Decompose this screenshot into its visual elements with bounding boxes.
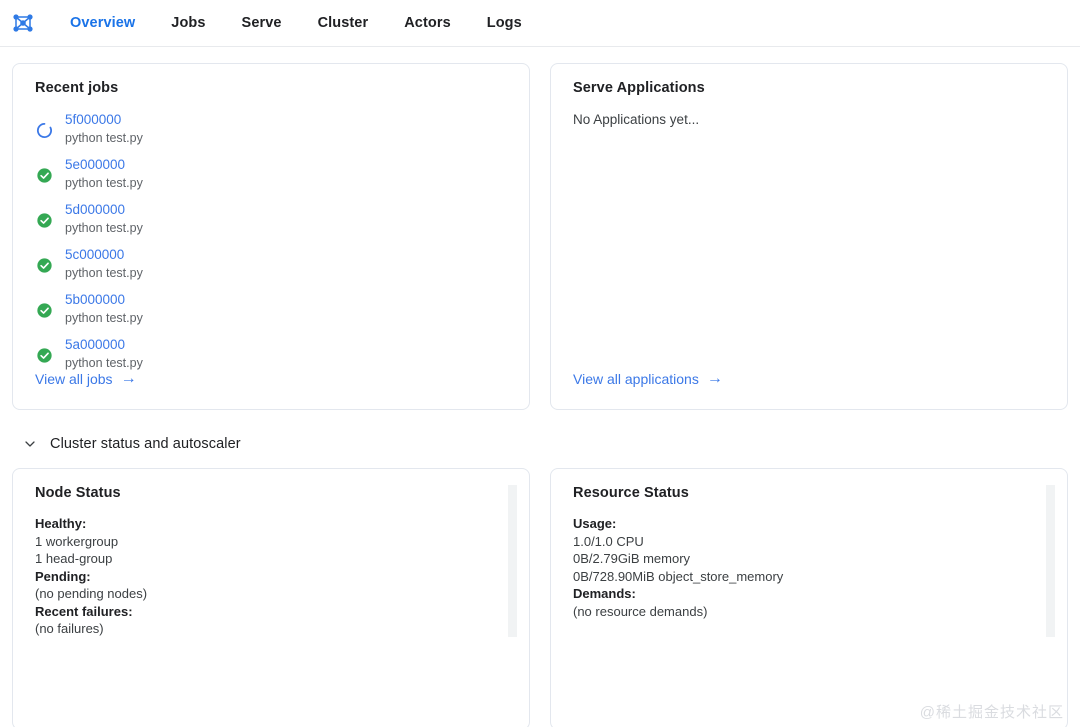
resource-status-value: 1.0/1.0 CPU: [573, 533, 644, 549]
job-text: 5f000000 python test.py: [65, 110, 143, 147]
cluster-status-section-header[interactable]: Cluster status and autoscaler: [0, 432, 1080, 456]
arrow-right-icon: →: [120, 370, 137, 387]
job-command: python test.py: [65, 176, 143, 190]
job-command: python test.py: [65, 131, 143, 145]
nav-tab-logs[interactable]: Logs: [469, 0, 540, 46]
job-command: python test.py: [65, 221, 143, 235]
job-text: 5d000000 python test.py: [65, 200, 143, 237]
check-circle-icon: [35, 256, 53, 274]
job-text: 5c000000 python test.py: [65, 245, 143, 282]
resource-status-body: Usage: 1.0/1.0 CPU 0B/2.79GiB memory 0B/…: [573, 515, 1045, 620]
resource-status-title: Resource Status: [573, 485, 689, 501]
view-all-jobs-link[interactable]: View all jobs →: [35, 370, 137, 388]
node-status-group-label: Pending:: [35, 568, 91, 584]
chevron-down-icon[interactable]: [20, 434, 40, 454]
nav-tab-list: Overview Jobs Serve Cluster Actors Logs: [52, 0, 540, 46]
node-status-scrollbar[interactable]: [508, 485, 517, 637]
job-id-link[interactable]: 5a000000: [65, 335, 143, 354]
node-status-group-label: Healthy:: [35, 516, 87, 531]
resource-status-card: Resource Status Usage: 1.0/1.0 CPU 0B/2.…: [550, 468, 1068, 727]
node-status-value: (no pending nodes): [35, 586, 148, 601]
job-list-item[interactable]: 5a000000 python test.py: [35, 335, 507, 372]
overview-content: Recent jobs 5f000000 python test.py 5e00…: [0, 63, 1080, 727]
job-id-link[interactable]: 5f000000: [65, 110, 143, 129]
check-circle-icon: [35, 346, 53, 364]
view-all-jobs-label: View all jobs: [35, 371, 113, 387]
job-list-item[interactable]: 5b000000 python test.py: [35, 290, 507, 327]
node-status-card: Node Status Healthy: 1 workergroup 1 hea…: [12, 468, 530, 727]
check-circle-icon: [35, 166, 53, 184]
resource-status-value: 0B/2.79GiB memory: [573, 551, 691, 566]
spinner-icon: [35, 121, 53, 139]
node-status-value: 1 workergroup: [35, 533, 119, 549]
watermark-text: @稀土掘金技术社区: [919, 704, 1064, 721]
resource-status-group-label: Demands:: [573, 586, 636, 601]
resource-status-scrollbar[interactable]: [1046, 485, 1055, 637]
nav-tab-cluster[interactable]: Cluster: [300, 0, 387, 46]
ray-logo-icon[interactable]: [8, 8, 38, 38]
job-list-item[interactable]: 5f000000 python test.py: [35, 110, 507, 147]
recent-jobs-card: Recent jobs 5f000000 python test.py 5e00…: [12, 63, 530, 410]
node-status-value: (no failures): [35, 621, 104, 636]
cluster-status-section-title: Cluster status and autoscaler: [50, 436, 241, 452]
nav-tab-overview[interactable]: Overview: [52, 0, 153, 46]
job-id-link[interactable]: 5c000000: [65, 245, 143, 264]
serve-applications-card: Serve Applications No Applications yet..…: [550, 63, 1068, 410]
resource-status-group-label: Usage:: [573, 516, 617, 531]
recent-jobs-list: 5f000000 python test.py 5e000000 python …: [35, 110, 507, 380]
job-list-item[interactable]: 5d000000 python test.py: [35, 200, 507, 237]
job-list-item[interactable]: 5c000000 python test.py: [35, 245, 507, 282]
job-id-link[interactable]: 5e000000: [65, 155, 143, 174]
job-command: python test.py: [65, 266, 143, 280]
job-text: 5a000000 python test.py: [65, 335, 143, 372]
check-circle-icon: [35, 211, 53, 229]
node-status-body: Healthy: 1 workergroup 1 head-group Pend…: [35, 515, 507, 638]
nav-tab-serve[interactable]: Serve: [224, 0, 300, 46]
job-text: 5b000000 python test.py: [65, 290, 143, 327]
node-status-title: Node Status: [35, 485, 121, 501]
cluster-status-row: Node Status Healthy: 1 workergroup 1 hea…: [0, 468, 1080, 727]
job-command: python test.py: [65, 311, 143, 325]
job-text: 5e000000 python test.py: [65, 155, 143, 192]
nav-tab-actors[interactable]: Actors: [386, 0, 469, 46]
job-id-link[interactable]: 5d000000: [65, 200, 143, 219]
serve-applications-title: Serve Applications: [573, 80, 705, 96]
job-id-link[interactable]: 5b000000: [65, 290, 143, 309]
nav-tab-jobs[interactable]: Jobs: [153, 0, 223, 46]
resource-status-value: 0B/728.90MiB object_store_memory: [573, 568, 784, 584]
overview-top-row: Recent jobs 5f000000 python test.py 5e00…: [0, 63, 1080, 410]
recent-jobs-title: Recent jobs: [35, 80, 119, 96]
job-list-item[interactable]: 5e000000 python test.py: [35, 155, 507, 192]
check-circle-icon: [35, 301, 53, 319]
arrow-right-icon: →: [706, 370, 723, 387]
node-status-group-label: Recent failures:: [35, 603, 133, 619]
node-status-value: 1 head-group: [35, 551, 113, 566]
view-all-applications-label: View all applications: [573, 371, 699, 387]
view-all-applications-link[interactable]: View all applications →: [573, 370, 723, 388]
top-navigation-bar: Overview Jobs Serve Cluster Actors Logs: [0, 0, 1080, 47]
serve-empty-message: No Applications yet...: [573, 112, 700, 127]
resource-status-value: (no resource demands): [573, 603, 708, 619]
